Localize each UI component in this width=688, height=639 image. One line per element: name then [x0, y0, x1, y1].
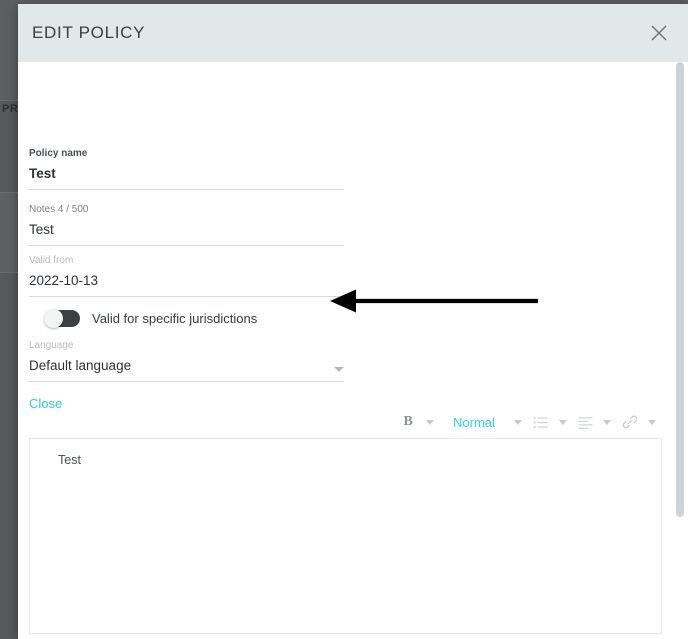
notes-input[interactable]: Test [29, 221, 344, 245]
chevron-down-icon [558, 419, 567, 425]
toggle-knob [44, 309, 63, 328]
field-policy-name: Policy name Test [29, 147, 344, 190]
dialog-header: EDIT POLICY [18, 4, 688, 62]
backdrop-text-left: PR [2, 103, 19, 115]
jurisdiction-toggle-row: Valid for specific jurisdictions [44, 309, 258, 328]
text-style-dropdown-button[interactable] [507, 412, 529, 432]
list-dropdown-button[interactable] [552, 412, 574, 432]
field-label: Language [29, 340, 74, 351]
align-button[interactable] [574, 412, 596, 432]
field-underline [29, 245, 344, 246]
bold-dropdown-button[interactable] [418, 412, 440, 432]
editor-content: Test [58, 453, 81, 467]
bullet-list-icon [533, 416, 548, 429]
text-style-button[interactable]: Normal [441, 412, 508, 432]
close-icon [649, 23, 669, 43]
language-select-value: Default language [29, 358, 132, 373]
link-icon [622, 414, 638, 430]
language-select[interactable]: Default language [29, 357, 344, 381]
field-underline [29, 189, 344, 190]
policy-name-input[interactable]: Test [29, 165, 344, 189]
screen-root: PR IE EDIT POLICY Poli [0, 0, 688, 639]
jurisdiction-toggle[interactable] [44, 309, 80, 328]
jurisdiction-toggle-label: Valid for specific jurisdictions [92, 311, 258, 326]
align-dropdown-button[interactable] [596, 412, 618, 432]
editor-toolbar: B Normal [398, 412, 663, 432]
edit-policy-dialog: EDIT POLICY Policy name Test Notes 4 / 5… [18, 4, 688, 639]
field-language: Language Default language [29, 339, 344, 382]
close-button[interactable] [642, 16, 676, 50]
dialog-content: Policy name Test Notes 4 / 500 Test Vali… [18, 62, 678, 639]
rich-text-editor[interactable]: Test [29, 438, 662, 634]
valid-from-input[interactable]: 2022-10-13 [29, 272, 344, 296]
chevron-down-icon [425, 419, 434, 425]
field-underline [29, 296, 344, 297]
chevron-down-icon [514, 419, 523, 425]
field-notes: Notes 4 / 500 Test [29, 203, 344, 246]
close-link[interactable]: Close [29, 396, 62, 411]
chevron-down-icon [603, 419, 612, 425]
chevron-down-icon [647, 419, 656, 425]
field-label: Policy name [29, 148, 88, 159]
page-title: EDIT POLICY [32, 23, 146, 42]
align-left-icon [578, 416, 593, 429]
field-valid-from: Valid from 2022-10-13 [29, 254, 344, 297]
bold-button[interactable]: B [398, 412, 418, 432]
field-label: Valid from [29, 255, 74, 266]
field-underline [29, 381, 344, 382]
link-dropdown-button[interactable] [641, 412, 663, 432]
link-button[interactable] [619, 412, 641, 432]
scrollbar-track[interactable] [676, 62, 686, 639]
chevron-down-icon [334, 367, 344, 372]
dialog-body: Policy name Test Notes 4 / 500 Test Vali… [18, 62, 688, 639]
bullet-list-button[interactable] [530, 412, 552, 432]
field-label: Notes 4 / 500 [29, 204, 89, 215]
